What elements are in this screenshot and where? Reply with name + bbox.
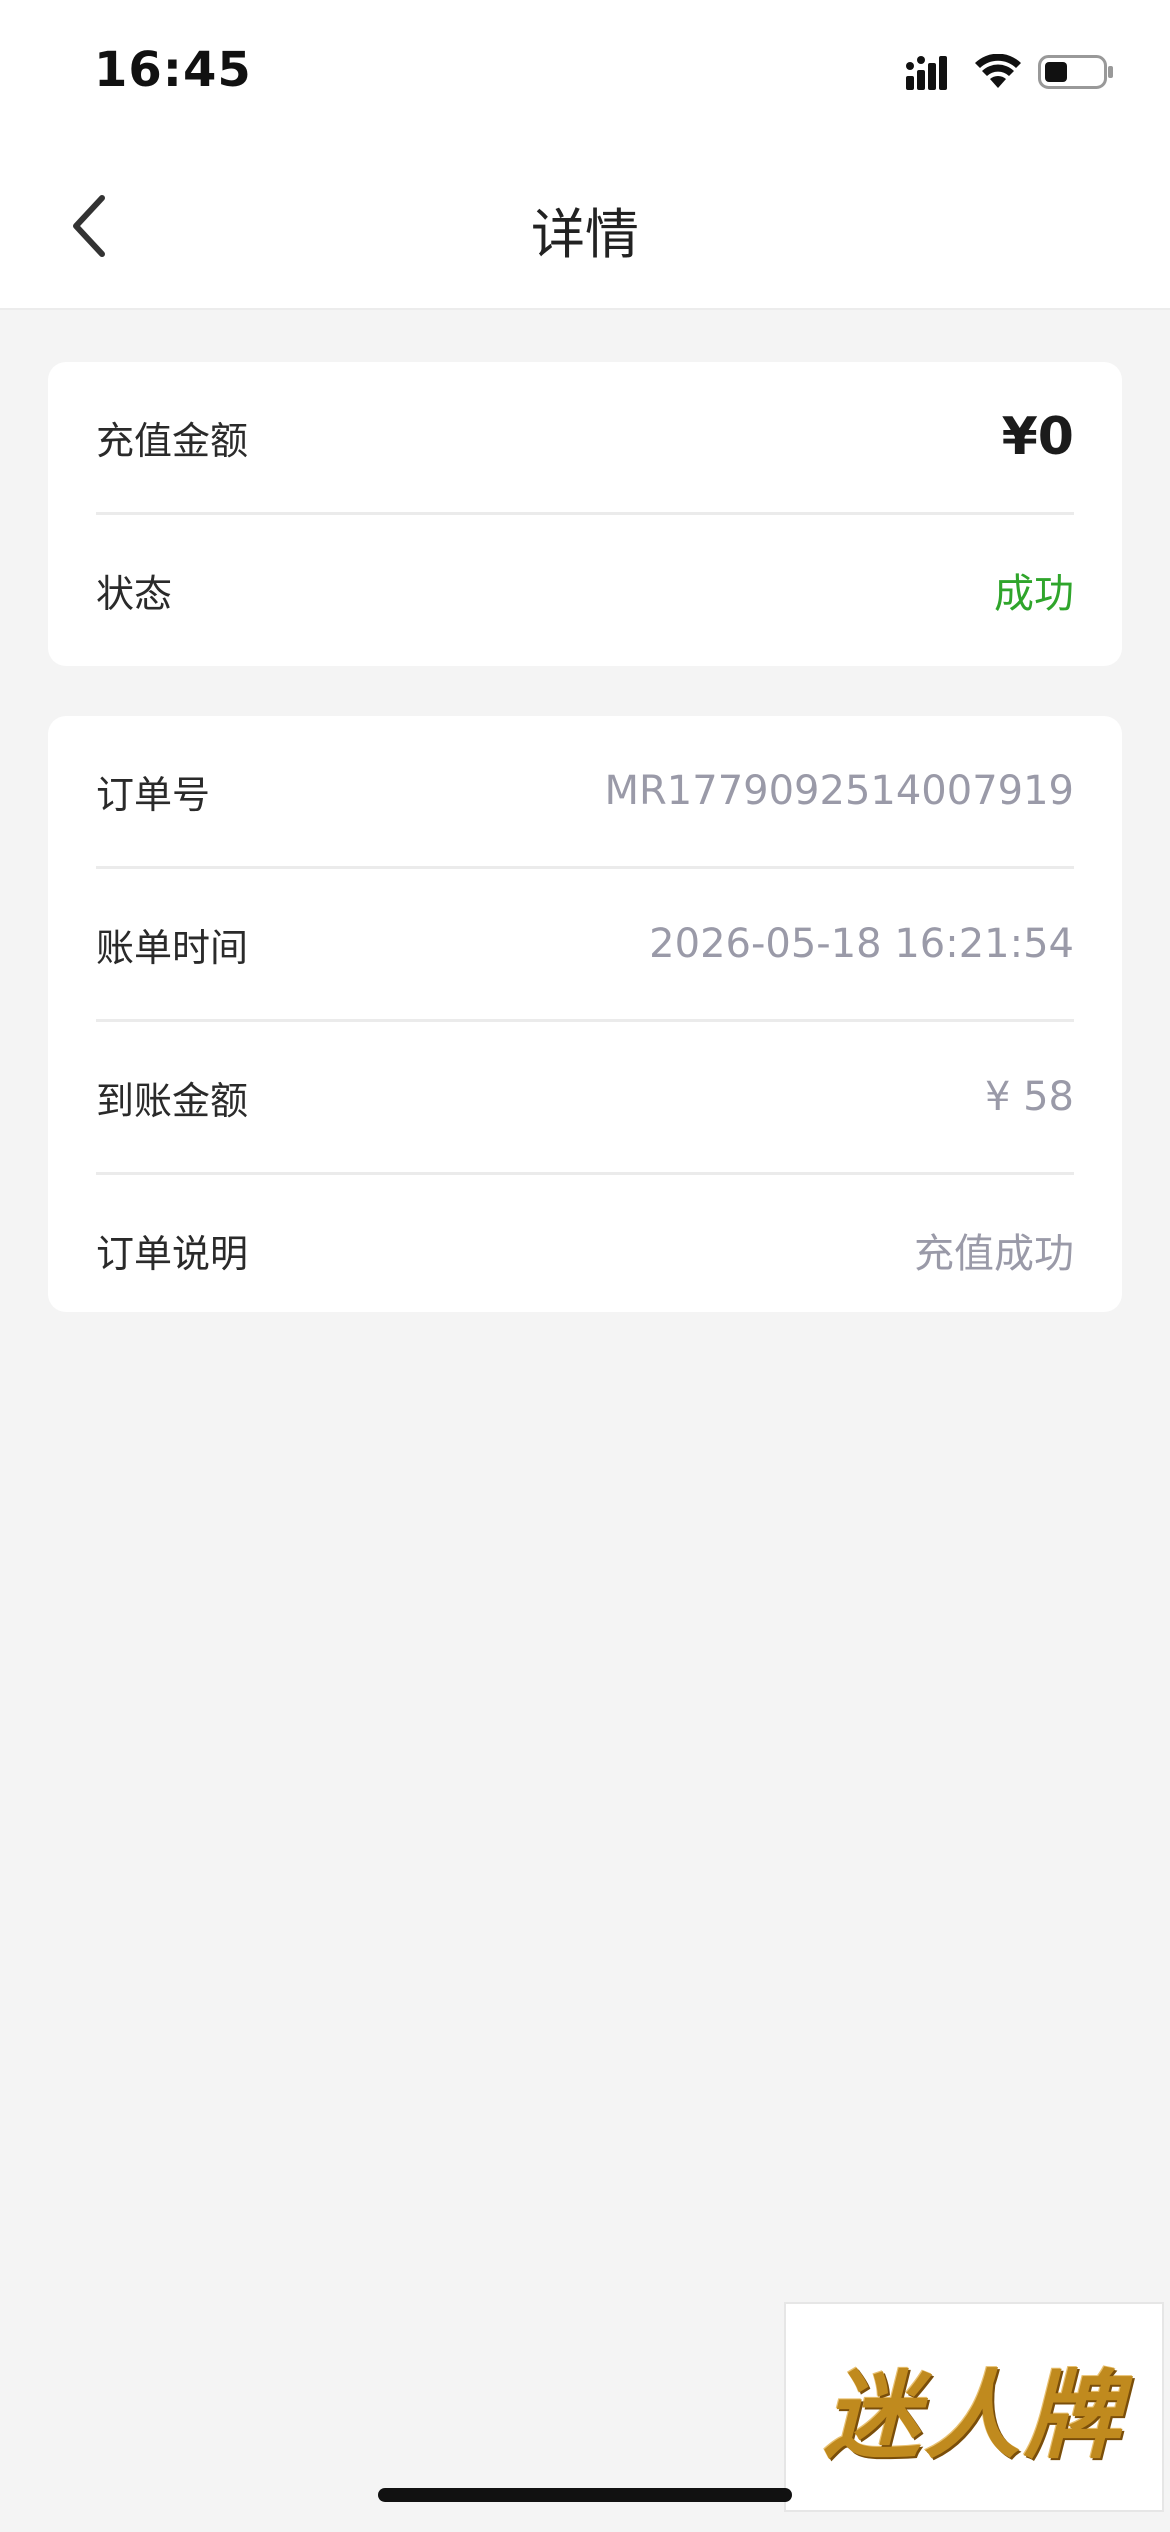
status-value: 成功 [994,571,1074,617]
details-card: 订单号 MR1779092514007919 账单时间 2026-05-18 1… [48,716,1122,1312]
received-amount-value: ¥ 58 [984,1074,1074,1120]
order-number-label: 订单号 [96,772,211,817]
status-row: 状态 成功 [96,515,1074,665]
received-amount-row: 到账金额 ¥ 58 [96,1022,1074,1175]
watermark-logo: 迷人牌 [784,2302,1164,2512]
order-number-value: MR1779092514007919 [604,768,1075,814]
bill-time-row: 账单时间 2026-05-18 16:21:54 [96,869,1074,1022]
navigation-bar: 详情 [0,150,1170,310]
page-title: 详情 [531,203,639,266]
battery-icon [1038,53,1114,95]
order-description-value: 充值成功 [914,1231,1074,1277]
wifi-icon [974,53,1022,94]
amount-value: ¥0 [1001,407,1074,467]
status-label: 状态 [96,571,173,616]
status-bar: 16:45 [0,0,1170,150]
order-description-label: 订单说明 [96,1231,249,1276]
bill-time-value: 2026-05-18 16:21:54 [649,921,1074,967]
status-icons [906,52,1114,96]
summary-card: 充值金额 ¥0 状态 成功 [48,362,1122,666]
amount-label: 充值金额 [96,418,249,463]
status-time: 16:45 [94,42,252,98]
home-indicator[interactable] [378,2488,792,2502]
signal-icon [906,54,958,94]
bill-time-label: 账单时间 [96,925,249,970]
order-description-row: 订单说明 充值成功 [96,1175,1074,1312]
amount-row: 充值金额 ¥0 [96,362,1074,515]
received-amount-label: 到账金额 [96,1078,249,1123]
watermark-text: 迷人牌 [824,2359,1124,2472]
order-number-row: 订单号 MR1779092514007919 [96,716,1074,869]
